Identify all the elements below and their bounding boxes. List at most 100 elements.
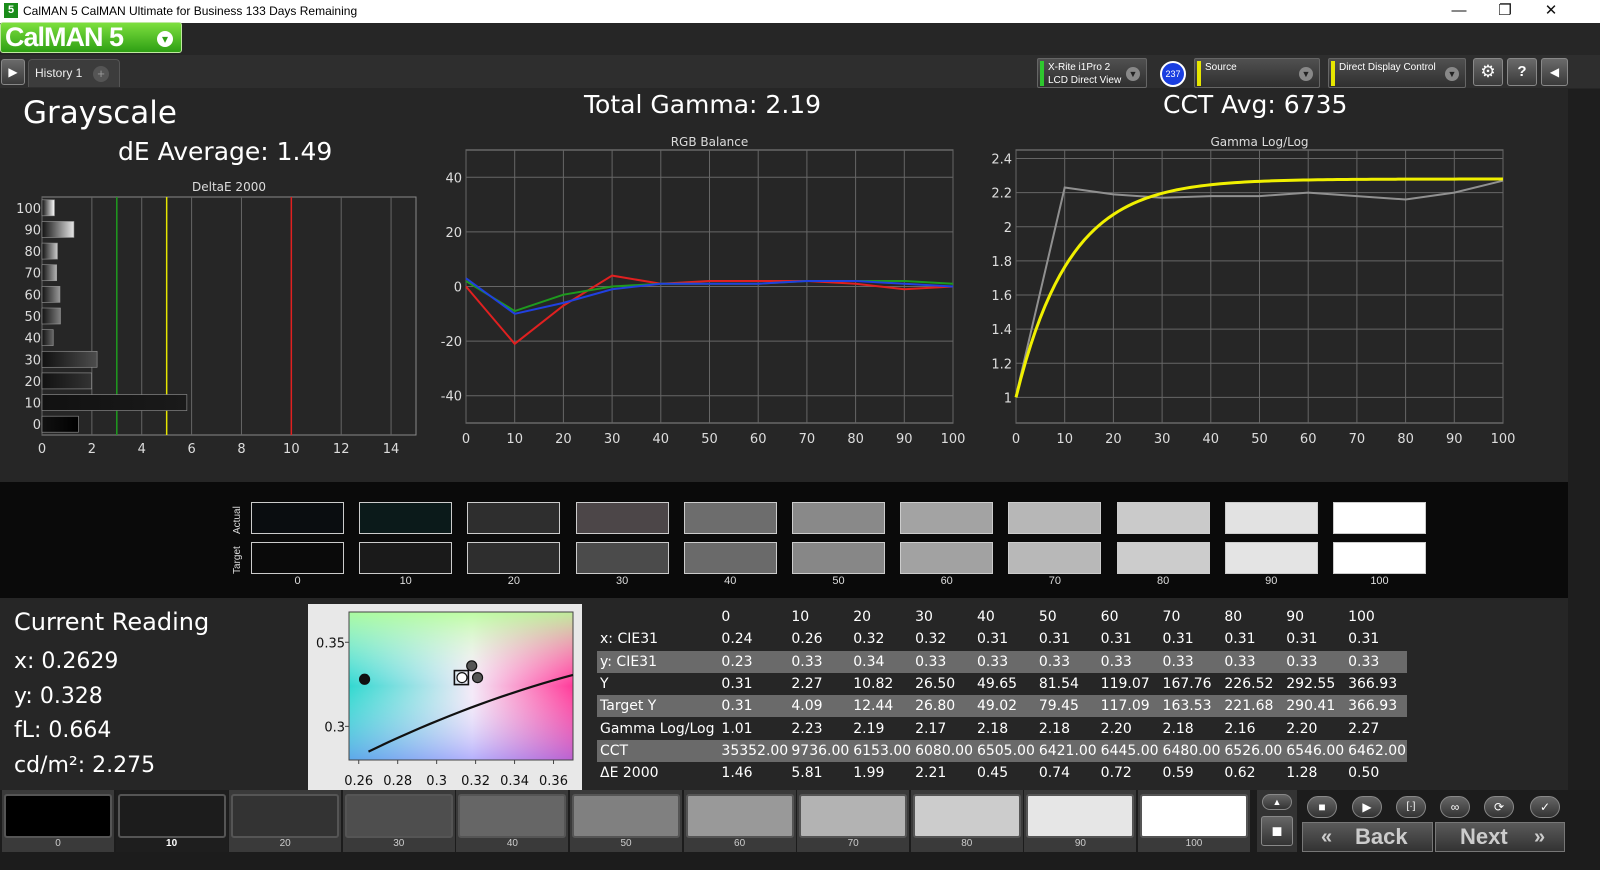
- add-tab-icon[interactable]: +: [93, 66, 109, 82]
- back-button[interactable]: « Back: [1302, 822, 1433, 852]
- chart-title: RGB Balance: [671, 135, 749, 149]
- patch-button[interactable]: 10: [115, 790, 228, 852]
- target-swatch: [1116, 542, 1210, 574]
- calman-logo-menu[interactable]: CalMAN 5 ▾: [0, 22, 182, 53]
- x-tick-label: 0: [1012, 432, 1020, 447]
- table-cell: 26.50: [912, 672, 974, 696]
- maximize-button[interactable]: ❐: [1482, 0, 1528, 23]
- patch-button[interactable]: 40: [456, 790, 569, 852]
- patch-button[interactable]: 70: [797, 790, 910, 852]
- patch-label: 10: [166, 838, 178, 849]
- play-icon[interactable]: ▶: [1352, 796, 1382, 818]
- table-cell: 6080.00: [912, 739, 974, 763]
- table-cell: 81.54: [1035, 672, 1098, 696]
- measure-icon[interactable]: [·]: [1396, 796, 1426, 818]
- patch-label: 80: [961, 838, 973, 849]
- swatch-label: 10: [399, 575, 412, 587]
- table-row: Target Y 0.31 4.09 12.44 26.80 49.02 79.45 117.…: [597, 695, 1407, 718]
- table-cell: 1.01: [718, 717, 789, 740]
- table-cell: 2.21: [912, 762, 974, 785]
- tab-label: History 1: [35, 66, 83, 80]
- table-cell: 2.17: [912, 717, 974, 740]
- patch-swatch: [685, 794, 794, 838]
- back-label: Back: [1355, 824, 1408, 849]
- app-icon: 5: [4, 3, 18, 18]
- table-cell: 0.31: [973, 628, 1036, 651]
- patch-swatch: [117, 794, 226, 838]
- table-cell: 0.59: [1159, 762, 1222, 785]
- row-label: ΔE 2000: [597, 762, 719, 785]
- close-button[interactable]: ✕: [1528, 0, 1574, 23]
- x-tick-label: 70: [1349, 432, 1366, 447]
- patch-swatch: [799, 794, 908, 838]
- table-cell: 0.33: [1035, 650, 1098, 673]
- y-tick-label: 20: [24, 375, 41, 390]
- tab-history-1[interactable]: History 1 +: [28, 59, 120, 87]
- table-cell: 0.31: [1283, 628, 1346, 651]
- table-cell: 2.19: [850, 717, 913, 740]
- swatch-label: 30: [615, 575, 629, 587]
- table-cell: 366.93: [1345, 695, 1407, 718]
- patch-button[interactable]: 90: [1024, 790, 1137, 852]
- x-tick-label: 30: [1154, 432, 1171, 447]
- x-tick-label: 80: [847, 432, 864, 447]
- x-tick-label: 2: [88, 442, 96, 457]
- minimize-button[interactable]: —: [1436, 0, 1482, 23]
- arrow-up-icon[interactable]: ▲: [1262, 794, 1292, 810]
- measurement-point: [358, 673, 371, 685]
- check-icon[interactable]: ✓: [1530, 796, 1560, 818]
- target-swatch: [900, 542, 994, 574]
- target-swatch: [575, 542, 669, 574]
- next-button[interactable]: Next »: [1435, 822, 1565, 852]
- target-swatch: [467, 542, 561, 574]
- patch-button[interactable]: 100: [1138, 790, 1250, 852]
- actual-swatch: [683, 502, 777, 534]
- play-icon[interactable]: ▶: [1, 59, 25, 85]
- y-tick-label: 10: [24, 397, 41, 412]
- display-status-stripe: [1331, 61, 1335, 86]
- table-cell: 1.28: [1283, 762, 1346, 785]
- x-tick-label: 50: [1251, 432, 1268, 447]
- stop-icon[interactable]: ■: [1307, 796, 1337, 818]
- x-tick-label: 12: [333, 442, 350, 457]
- x-tick-label: 90: [1446, 432, 1463, 447]
- display-control-selector[interactable]: Direct Display Control ▼: [1328, 58, 1466, 88]
- patch-button[interactable]: 20: [229, 790, 342, 852]
- table-row: Y 0.31 2.27 10.82 26.50 49.65 81.54 119.07 167.7…: [597, 672, 1407, 696]
- table-cell: 6153.00: [850, 739, 913, 763]
- column-header: 90: [1283, 606, 1346, 629]
- target-swatch: [359, 542, 453, 574]
- x-tick-label: 20: [1105, 432, 1122, 447]
- source-selector[interactable]: Source ▼: [1194, 58, 1320, 88]
- patch-button[interactable]: 50: [570, 790, 682, 852]
- gear-icon[interactable]: ⚙: [1473, 58, 1503, 86]
- table-cell: 10.82: [850, 672, 913, 696]
- sync-icon[interactable]: ⟳: [1484, 796, 1514, 818]
- collapse-panel-icon[interactable]: ◀: [1541, 58, 1568, 86]
- reading-x: x: 0.2629: [14, 649, 119, 674]
- tab-bar: ▶ History 1 + X-Rite i1Pro 2 LCD Direct …: [0, 55, 1600, 88]
- x-tick-label: 0.26: [344, 774, 373, 789]
- patch-label: 100: [1185, 838, 1203, 849]
- deltae-bar: [41, 242, 58, 260]
- patch-button[interactable]: 30: [342, 790, 455, 852]
- deltae-chart: DeltaE 2000 0 2 4 6 8 10 12 14 0 10 20 30 40 50 60 70 80 9…: [16, 180, 417, 457]
- table-cell: 0.33: [1345, 650, 1407, 673]
- meter-badge[interactable]: 237: [1160, 61, 1186, 87]
- y-tick-label: 1.4: [991, 323, 1012, 338]
- patch-button[interactable]: 60: [683, 790, 796, 852]
- reading-y: y: 0.328: [14, 684, 103, 709]
- swatch-label: 70: [1048, 575, 1062, 587]
- row-label: Gamma Log/Log: [597, 717, 719, 740]
- help-icon[interactable]: ?: [1507, 58, 1537, 86]
- loop-icon[interactable]: ∞: [1440, 796, 1470, 818]
- table-cell: 6421.00: [1035, 739, 1098, 763]
- x-tick-label: 8: [237, 442, 245, 457]
- measurement-point: [471, 671, 484, 684]
- patch-button[interactable]: 80: [910, 790, 1023, 852]
- table-cell: 0.33: [973, 650, 1036, 673]
- page-title: Grayscale: [23, 95, 177, 131]
- patch-button[interactable]: 0: [2, 790, 114, 852]
- meter-selector[interactable]: X-Rite i1Pro 2 LCD Direct View ▼: [1037, 58, 1147, 88]
- stop-square-icon[interactable]: ■: [1261, 816, 1293, 846]
